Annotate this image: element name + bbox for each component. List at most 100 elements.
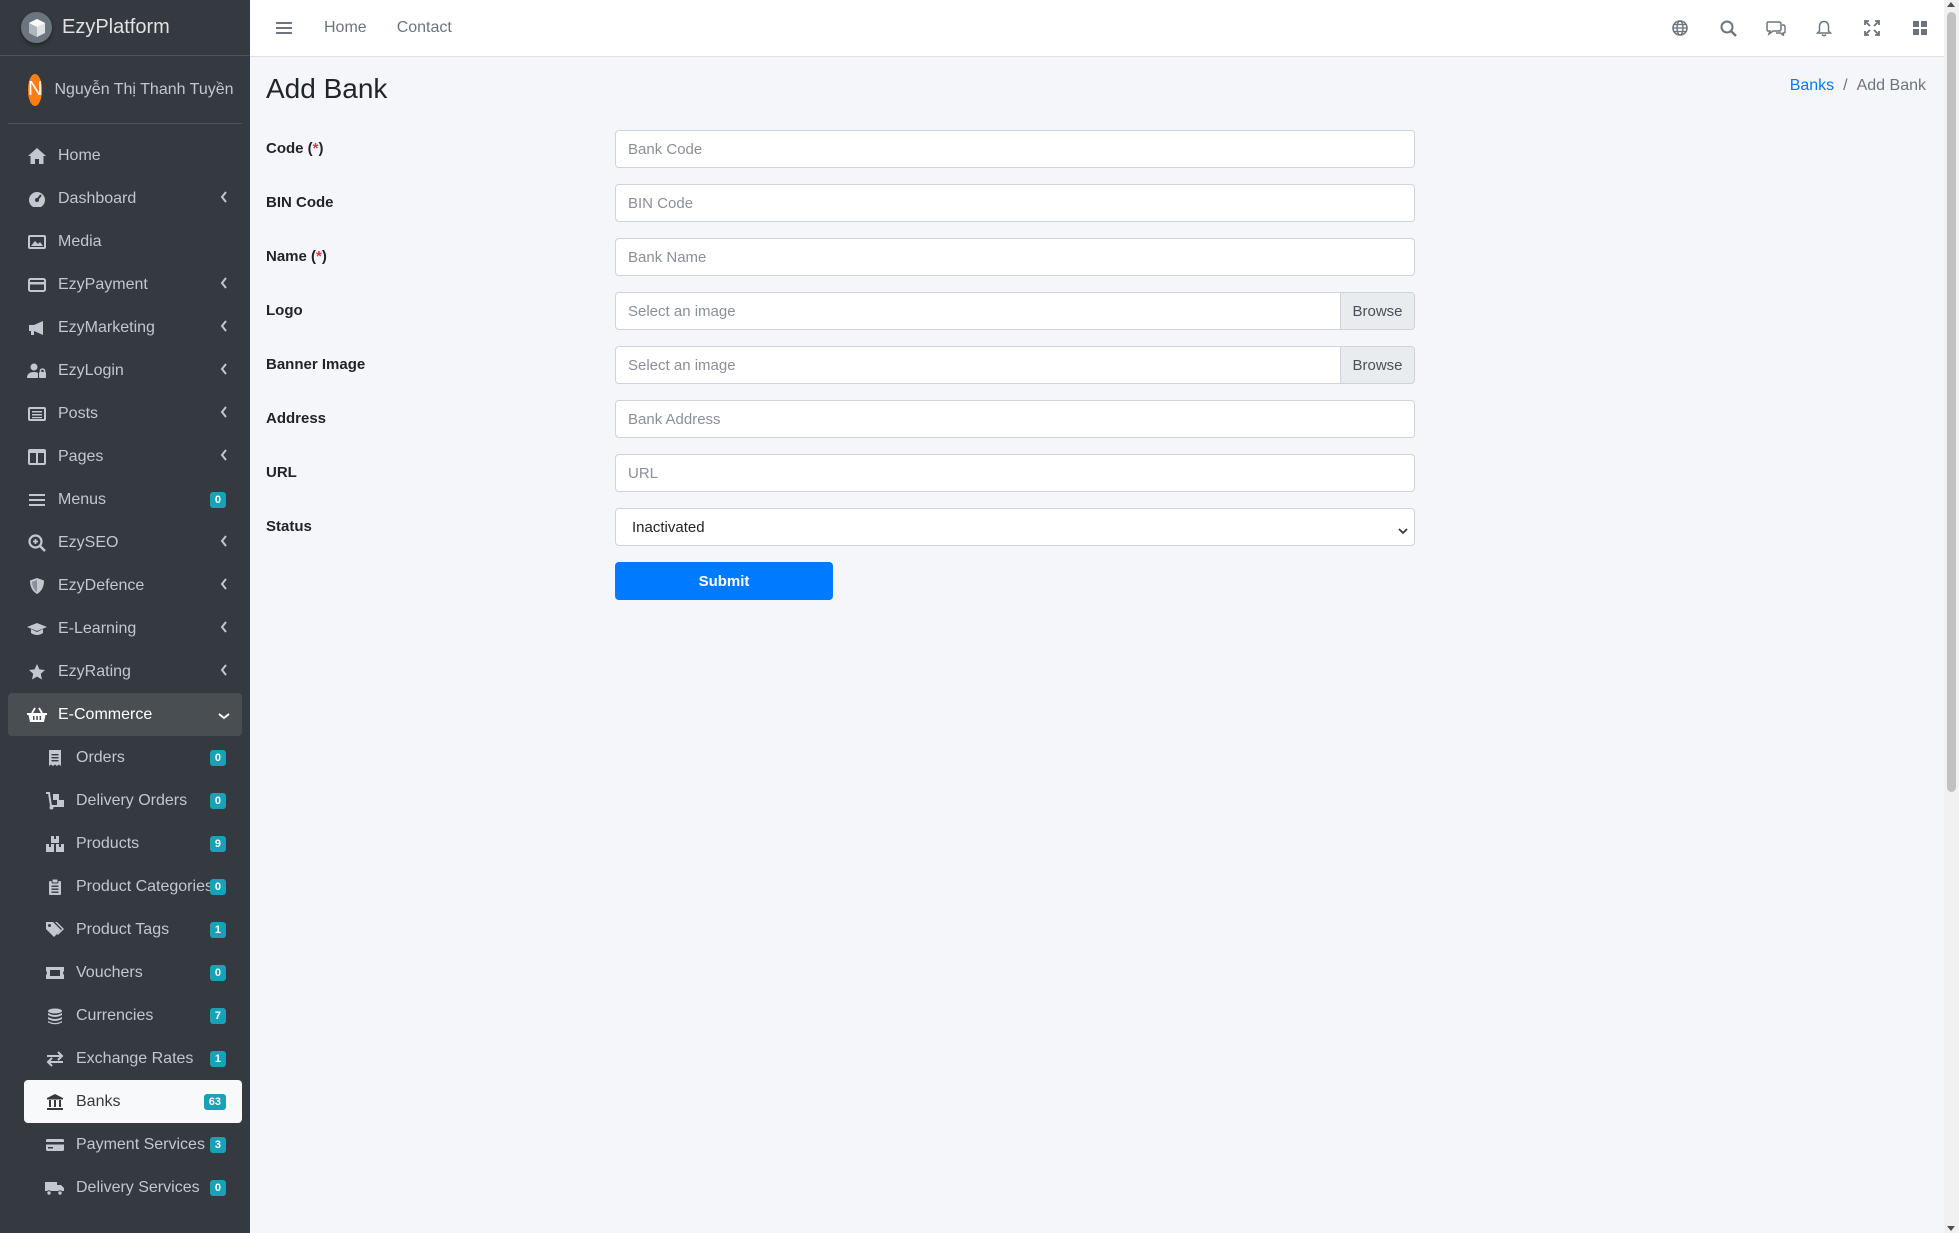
brand[interactable]: EzyPlatform [0, 0, 250, 56]
sidebar-item-delivery-orders[interactable]: Delivery Orders 0 [24, 779, 242, 822]
required-marker: (*) [311, 248, 327, 265]
top-navbar: Home Contact [250, 0, 1944, 57]
chevron-left-icon [220, 190, 228, 208]
hamburger-menu-icon[interactable] [274, 18, 294, 38]
chevron-left-icon [220, 405, 228, 423]
bin-code-input[interactable] [615, 184, 1415, 222]
sidebar-item-currencies[interactable]: Currencies 7 [24, 994, 242, 1037]
page-scrollbar[interactable] [1944, 0, 1959, 1233]
banner-file-input: Select an image Browse [615, 346, 1415, 384]
sidebar-item-products[interactable]: Products 9 [24, 822, 242, 865]
url-input[interactable] [615, 454, 1415, 492]
status-select[interactable]: Inactivated [615, 508, 1415, 546]
bank-address-input[interactable] [615, 400, 1415, 438]
chevron-left-icon [220, 319, 228, 337]
chevron-left-icon [220, 577, 228, 595]
clipboard-list-icon [44, 876, 66, 898]
sidebar-item-label: Delivery Services [76, 1178, 200, 1196]
sidebar-item-product-tags[interactable]: Product Tags 1 [24, 908, 242, 951]
user-panel[interactable]: N Nguyễn Thị Thanh Tuyền [8, 56, 242, 124]
chevron-left-icon [220, 620, 228, 638]
brand-name: EzyPlatform [62, 16, 170, 38]
sidebar-item-label: Media [58, 232, 102, 250]
chevron-left-icon [220, 448, 228, 466]
search-icon[interactable] [1704, 0, 1752, 56]
bank-name-input[interactable] [615, 238, 1415, 276]
chevron-down-icon [218, 707, 230, 725]
form-row-address: Address [266, 400, 1466, 438]
sidebar-item-ezypayment[interactable]: EzyPayment [8, 263, 242, 306]
breadcrumb-current: Add Bank [1856, 77, 1926, 94]
grid-icon[interactable] [1896, 0, 1944, 56]
basket-icon [26, 704, 48, 726]
sidebar-item-ezyseo[interactable]: EzySEO [8, 521, 242, 564]
image-icon [26, 231, 48, 253]
sidebar-item-media[interactable]: Media [8, 220, 242, 263]
sidebar-item-product-categories[interactable]: Product Categories 0 [24, 865, 242, 908]
nav-link-contact[interactable]: Contact [397, 19, 452, 37]
logo-file-field[interactable]: Select an image [615, 292, 1340, 330]
scrollbar-thumb[interactable] [1947, 12, 1956, 792]
address-label: Address [266, 410, 327, 427]
bars-icon [26, 489, 48, 511]
sidebar-item-label: E-Learning [58, 619, 137, 637]
sidebar-item-delivery-services[interactable]: Delivery Services 0 [24, 1166, 242, 1209]
sidebar-item-label: EzyRating [58, 662, 131, 680]
chevron-left-icon [220, 534, 228, 552]
sidebar-item-label: Pages [58, 447, 104, 465]
scroll-up-arrow-icon[interactable] [1947, 2, 1955, 7]
breadcrumb-link-banks[interactable]: Banks [1790, 77, 1834, 95]
exchange-icon [44, 1048, 66, 1070]
breadcrumb: Banks / Add Bank [1790, 77, 1926, 95]
sidebar-item-banks[interactable]: Banks 63 [24, 1080, 242, 1123]
sidebar-item-exchange-rates[interactable]: Exchange Rates 1 [24, 1037, 242, 1080]
sidebar-item-pages[interactable]: Pages [8, 435, 242, 478]
credit-card-icon [26, 274, 48, 296]
banner-file-field[interactable]: Select an image [615, 346, 1340, 384]
sidebar-item-label: EzySEO [58, 533, 119, 551]
form-row-logo: Logo Select an image Browse [266, 292, 1466, 330]
sidebar-item-payment-services[interactable]: Payment Services 3 [24, 1123, 242, 1166]
sidebar-item-ezymarketing[interactable]: EzyMarketing [8, 306, 242, 349]
logo-label: Logo [266, 302, 303, 319]
expand-icon[interactable] [1848, 0, 1896, 56]
sidebar-item-posts[interactable]: Posts [8, 392, 242, 435]
sidebar-nav: Home Dashboard Media EzyPayment EzyMarke… [0, 124, 250, 1209]
sidebar-item-e-commerce[interactable]: E-Commerce [8, 693, 242, 736]
sidebar-item-ezydefence[interactable]: EzyDefence [8, 564, 242, 607]
sidebar-item-ezyrating[interactable]: EzyRating [8, 650, 242, 693]
boxes-icon [44, 833, 66, 855]
user-name[interactable]: Nguyễn Thị Thanh Tuyền [54, 81, 233, 99]
sidebar-item-label: Currencies [76, 1006, 154, 1024]
banner-browse-button[interactable]: Browse [1340, 346, 1415, 384]
sidebar-item-label: E-Commerce [58, 705, 153, 723]
logo-browse-button[interactable]: Browse [1340, 292, 1415, 330]
form-row-status: Status Inactivated [266, 508, 1466, 546]
nav-link-home[interactable]: Home [324, 19, 367, 37]
sidebar-item-label: Dashboard [58, 189, 137, 207]
sidebar-item-menus[interactable]: Menus 0 [8, 478, 242, 521]
star-icon [26, 661, 48, 683]
sidebar-item-e-learning[interactable]: E-Learning [8, 607, 242, 650]
submit-button[interactable]: Submit [615, 562, 833, 600]
sidebar-item-label: Vouchers [76, 963, 143, 981]
sidebar-item-label: EzyMarketing [58, 318, 155, 336]
bank-code-input[interactable] [615, 130, 1415, 168]
sidebar-item-dashboard[interactable]: Dashboard [8, 177, 242, 220]
form-row-banner: Banner Image Select an image Browse [266, 346, 1466, 384]
receipt-icon [44, 747, 66, 769]
scroll-down-arrow-icon[interactable] [1947, 1226, 1955, 1231]
sidebar-item-label: Payment Services [76, 1135, 205, 1153]
bell-icon[interactable] [1800, 0, 1848, 56]
globe-icon[interactable] [1656, 0, 1704, 56]
sidebar-item-ezylogin[interactable]: EzyLogin [8, 349, 242, 392]
url-label: URL [266, 464, 297, 481]
sidebar-item-vouchers[interactable]: Vouchers 0 [24, 951, 242, 994]
sidebar-item-orders[interactable]: Orders 0 [24, 736, 242, 779]
credit-card-icon [44, 1134, 66, 1156]
count-badge: 1 [209, 1051, 226, 1067]
comments-icon[interactable] [1752, 0, 1800, 56]
navbar-icon-group [1656, 0, 1944, 56]
sidebar-item-home[interactable]: Home [8, 134, 242, 177]
banner-image-label: Banner Image [266, 356, 366, 373]
